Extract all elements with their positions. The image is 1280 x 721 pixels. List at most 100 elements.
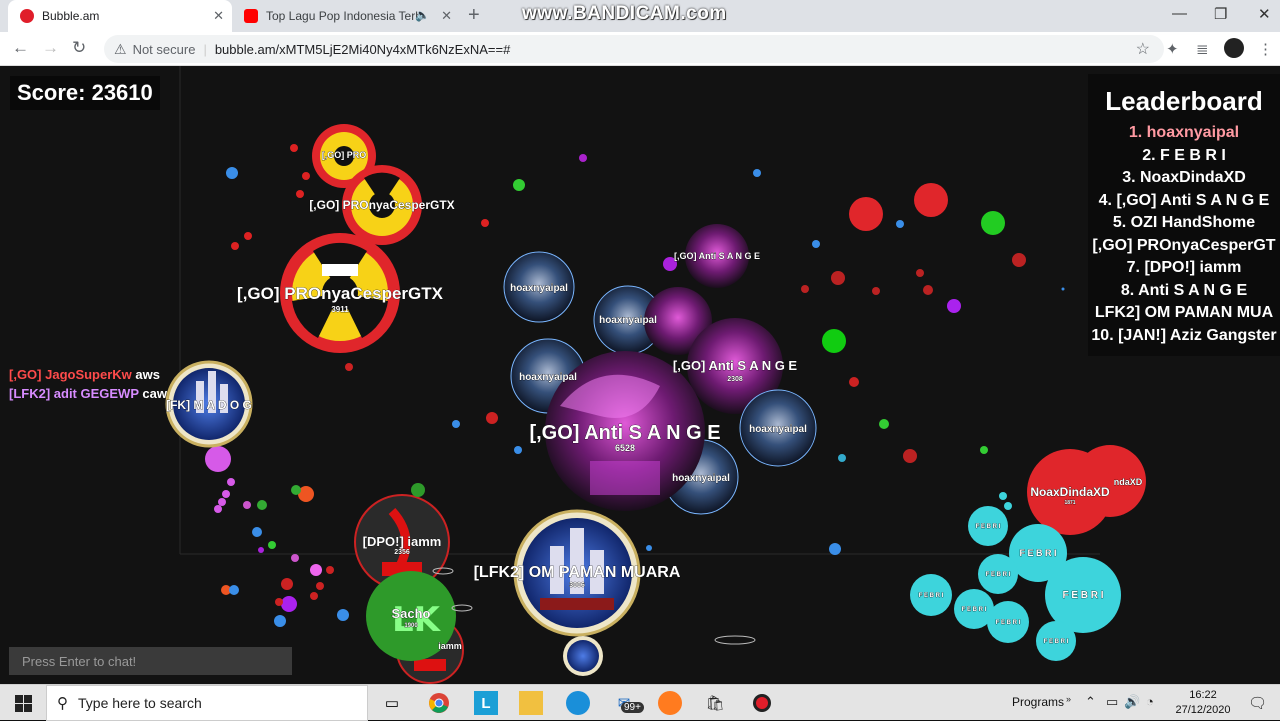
chat-text: aws: [135, 367, 160, 382]
food-pellet: [879, 419, 889, 429]
browser-toolbar: ← → ↻ ⚠ Not secure | bubble.am/xMTM5LjE2…: [0, 32, 1280, 66]
ejected-mass: [214, 478, 235, 513]
new-tab-button[interactable]: +: [468, 4, 480, 27]
chevron-up-icon[interactable]: »: [1066, 694, 1071, 704]
leaderboard-title: Leaderboard: [1105, 86, 1263, 116]
search-icon: ⚲: [57, 695, 68, 712]
media-control-icon[interactable]: ≣: [1196, 40, 1209, 58]
bookmark-star-icon[interactable]: ☆: [1136, 39, 1150, 59]
network-icon[interactable]: ◔: [1146, 694, 1154, 709]
tab-youtube[interactable]: Top Lagu Pop Indonesia Terb 🔈 ✕: [234, 0, 460, 32]
chat-input[interactable]: [9, 647, 292, 675]
cell-name: hoaxnyaipal: [599, 315, 657, 326]
notification-badge: 99+: [621, 702, 644, 713]
tab-bubble[interactable]: Bubble.am ✕: [8, 0, 232, 32]
taskbar-search[interactable]: ⚲ Type here to search: [46, 685, 368, 721]
food-pellet: [579, 154, 587, 162]
restore-button[interactable]: ❐: [1214, 5, 1227, 23]
food-pellet: [281, 596, 297, 612]
start-button[interactable]: [0, 685, 46, 721]
chrome-icon[interactable]: [427, 691, 451, 715]
warning-icon[interactable]: ⚠: [114, 41, 127, 58]
food-pellet: [849, 377, 859, 387]
cell-om-small: [563, 636, 603, 676]
food-pellet: [916, 269, 924, 277]
cell-mass: 2356: [394, 549, 410, 556]
food-pellet: [831, 271, 845, 285]
cell-name: [,GO] Anti S A N G E: [529, 422, 720, 444]
cell-name: [,GO] PROnyaCesperGTX: [309, 198, 454, 212]
cell-name: [LFK2] OM PAMAN MUARA: [474, 564, 681, 581]
speaker-icon[interactable]: 🔈: [415, 8, 430, 22]
food-pellet: [252, 527, 262, 537]
security-label[interactable]: Not secure: [133, 42, 196, 57]
chat-author: [LFK2] adit GEGEWP: [9, 386, 139, 401]
chat-log: [,GO] JagoSuperKw aws [LFK2] adit GEGEWP…: [9, 365, 167, 403]
windows-taskbar: ⚲ Type here to search ▭ L ✉ 99+ 🛍 Progra…: [0, 684, 1280, 721]
food-pellet: [872, 287, 880, 295]
player-cell-small: [205, 446, 231, 472]
forward-icon[interactable]: →: [42, 38, 59, 58]
cell-name: [DPO!] iamm: [363, 534, 442, 549]
food-pellet: [310, 592, 318, 600]
cell-name: F E B R I: [962, 607, 987, 613]
food-pellet: [290, 144, 298, 152]
food-pellet: [291, 554, 299, 562]
menu-kebab-icon[interactable]: ⋮: [1258, 40, 1273, 58]
firefox-icon[interactable]: [658, 691, 682, 715]
food-pellet: [452, 420, 460, 428]
chat-author: [,GO] JagoSuperKw: [9, 367, 132, 382]
tab-strip: Bubble.am ✕ Top Lagu Pop Indonesia Terb …: [0, 0, 1280, 32]
close-tab-icon[interactable]: ✕: [213, 8, 224, 24]
notifications-icon[interactable]: 🗨: [1248, 694, 1267, 712]
cell-name: iamm: [438, 641, 462, 651]
bandicam-icon[interactable]: [750, 691, 774, 715]
cell-name: NoaxDindaXD: [1030, 485, 1110, 499]
file-explorer-icon[interactable]: [519, 691, 543, 715]
cell-name: F E B R I: [1044, 639, 1069, 645]
food-pellet: [257, 500, 267, 510]
cell-name: F E B R I: [976, 524, 1001, 530]
cell-name: [,GO] PROnyaCesperGTX: [237, 284, 444, 303]
cell-mass: 6528: [615, 443, 635, 453]
food-pellet: [923, 285, 933, 295]
system-clock[interactable]: 16:22 27/12/2020: [1170, 688, 1236, 718]
game-canvas[interactable]: LK [,GO] PRO [,GO] PROnyaCesperGTX [,GO]…: [0, 66, 1280, 684]
close-window-button[interactable]: ✕: [1258, 5, 1271, 23]
clock-date: 27/12/2020: [1175, 704, 1231, 716]
url-text[interactable]: bubble.am/xMTM5LjE2Mi40Ny4xMTk6NzExNA==#: [215, 42, 511, 57]
food-pellet: [1061, 287, 1065, 291]
battery-icon[interactable]: ▭: [1106, 694, 1118, 710]
launcher-l-icon[interactable]: L: [474, 691, 498, 715]
youtube-icon: [244, 9, 258, 23]
search-placeholder: Type here to search: [78, 695, 202, 711]
back-icon[interactable]: ←: [12, 38, 29, 58]
show-hidden-icon[interactable]: ⌃: [1085, 694, 1096, 710]
cell-mass: 1871: [1064, 500, 1075, 506]
leaderboard-entry: 2. F E B R I: [1142, 146, 1226, 164]
edge-icon[interactable]: [566, 691, 590, 715]
volume-icon[interactable]: 🔊: [1124, 694, 1140, 710]
extensions-icon[interactable]: ✦: [1166, 40, 1179, 58]
minimize-button[interactable]: —: [1172, 5, 1187, 22]
food-pellet: [231, 242, 239, 250]
close-tab-icon[interactable]: ✕: [441, 8, 452, 24]
programs-toolbar[interactable]: Programs: [1012, 695, 1064, 709]
task-view-icon[interactable]: ▭: [380, 691, 404, 715]
profile-avatar[interactable]: [1224, 38, 1244, 58]
food-pellet: [513, 179, 525, 191]
cell-name: F E B R I: [919, 593, 944, 599]
omnibox[interactable]: ⚠ Not secure | bubble.am/xMTM5LjE2Mi40Ny…: [104, 35, 1164, 63]
leaderboard-list: 1. hoaxnyaipal 2. F E B R I 3. NoaxDinda…: [1088, 122, 1280, 347]
cell-mass: 1900: [404, 623, 418, 629]
food-pellet: [229, 585, 239, 595]
food-pellet: [345, 363, 353, 371]
reload-icon[interactable]: ↻: [72, 38, 86, 58]
cell-mass: 2308: [727, 376, 743, 383]
cell-name: F E B R I: [996, 620, 1021, 626]
cell-name: hoaxnyaipal: [510, 283, 568, 294]
cell-name: ndaXD: [1114, 477, 1143, 487]
leaderboard-entry: LFK2] OM PAMAN MUA: [1094, 304, 1274, 321]
food-pellet: [268, 541, 276, 549]
store-icon[interactable]: 🛍: [703, 691, 727, 715]
